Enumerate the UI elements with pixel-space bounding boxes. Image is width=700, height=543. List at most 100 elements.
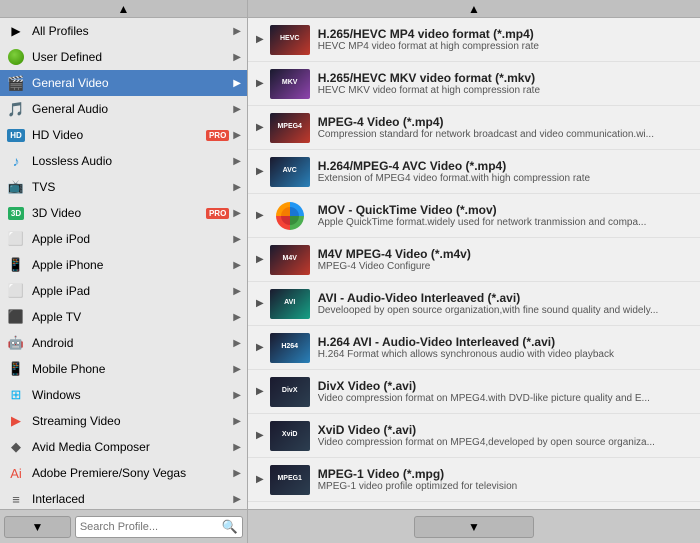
- right-item-hevc-mkv[interactable]: ▶ MKV H.265/HEVC MKV video format (*.mkv…: [248, 62, 700, 106]
- avid-icon: ◆: [11, 439, 21, 455]
- right-item-hevc-mp4[interactable]: ▶ HEVC H.265/HEVC MP4 video format (*.mp…: [248, 18, 700, 62]
- sidebar-item-avid-media-composer[interactable]: ◆Avid Media Composer▶: [0, 434, 247, 460]
- right-scroll-down-arrow: ▼: [468, 520, 480, 534]
- search-icon[interactable]: 🔍: [222, 519, 238, 535]
- right-item-text-mpeg4-mp4: MPEG-4 Video (*.mp4) Compression standar…: [318, 115, 692, 140]
- film-icon: 🎬: [7, 75, 24, 92]
- sidebar-item-arrow-apple-ipod: ▶: [233, 234, 241, 245]
- right-item-desc-mpeg4-mp4: Compression standard for network broadca…: [318, 129, 692, 140]
- sidebar-item-apple-ipad[interactable]: ⬜Apple iPad▶: [0, 278, 247, 304]
- right-item-title-mpeg1: MPEG-1 Video (*.mpg): [318, 467, 692, 481]
- right-item-text-m4v: M4V MPEG-4 Video (*.m4v) MPEG-4 Video Co…: [318, 247, 692, 272]
- ipod-icon: ⬜: [8, 231, 24, 247]
- sidebar-item-apple-tv[interactable]: ⬛Apple TV▶: [0, 304, 247, 330]
- sidebar-item-all-profiles[interactable]: ▶All Profiles▶: [0, 18, 247, 44]
- left-scroll-up[interactable]: ▲: [0, 0, 247, 18]
- mobile-icon: 📱: [8, 361, 24, 377]
- right-item-arrow-xvid: ▶: [256, 430, 264, 441]
- right-item-title-m4v: M4V MPEG-4 Video (*.m4v): [318, 247, 692, 261]
- right-panel: ▲ ▶ HEVC H.265/HEVC MP4 video format (*.…: [248, 0, 700, 509]
- sidebar-item-arrow-interlaced: ▶: [233, 494, 241, 505]
- sidebar-item-streaming-video[interactable]: ▶ Streaming Video ▶: [0, 408, 247, 434]
- bottom-left: ▼ 🔍: [0, 510, 248, 543]
- left-scroll-down-arrow: ▼: [31, 520, 43, 534]
- sidebar-item-windows[interactable]: ⊞Windows▶: [0, 382, 247, 408]
- sidebar-item-arrow-windows: ▶: [233, 390, 241, 401]
- codec-label-xvid: XviD: [282, 431, 298, 439]
- right-item-text-hevc-mp4: H.265/HEVC MP4 video format (*.mp4) HEVC…: [318, 27, 692, 52]
- sidebar-item-label-general-audio: General Audio: [32, 102, 229, 116]
- sidebar-item-arrow-hd-video: ▶: [233, 130, 241, 141]
- right-item-avi[interactable]: ▶ AVI AVI - Audio-Video Interleaved (*.a…: [248, 282, 700, 326]
- hd-icon: HD: [7, 129, 25, 142]
- music-icon: ♪: [13, 153, 20, 169]
- sidebar-item-label-tvs: TVS: [32, 180, 229, 194]
- sidebar-item-label-apple-ipod: Apple iPod: [32, 232, 229, 246]
- sidebar-item-tvs[interactable]: 📺TVS▶: [0, 174, 247, 200]
- codec-label-divx: DivX: [282, 387, 298, 395]
- right-item-xvid[interactable]: ▶ XviD XviD Video (*.avi) Video compress…: [248, 414, 700, 458]
- right-item-h264-avi[interactable]: ▶ H264 H.264 AVI - Audio-Video Interleav…: [248, 326, 700, 370]
- sidebar-item-lossless-audio[interactable]: ♪Lossless Audio▶: [0, 148, 247, 174]
- right-scroll-up[interactable]: ▲: [248, 0, 700, 18]
- right-item-arrow-mpeg1: ▶: [256, 474, 264, 485]
- sidebar-item-apple-iphone[interactable]: 📱Apple iPhone▶: [0, 252, 247, 278]
- right-item-h264-avc[interactable]: ▶ AVC H.264/MPEG-4 AVC Video (*.mp4) Ext…: [248, 150, 700, 194]
- sidebar-item-user-defined[interactable]: User Defined▶: [0, 44, 247, 70]
- 3d-icon: 3D: [8, 207, 24, 220]
- codec-label-mpeg1: MPEG1: [277, 475, 302, 483]
- sidebar-item-arrow-apple-tv: ▶: [233, 312, 241, 323]
- right-item-title-mpeg4-mp4: MPEG-4 Video (*.mp4): [318, 115, 692, 129]
- stream-icon: ▶: [11, 413, 21, 429]
- main-content: ▲ ▶All Profiles▶User Defined▶🎬General Vi…: [0, 0, 700, 509]
- sidebar-item-mobile-phone[interactable]: 📱Mobile Phone▶: [0, 356, 247, 382]
- right-scroll-up-arrow: ▲: [468, 2, 480, 16]
- right-item-mpeg1[interactable]: ▶ MPEG1 MPEG-1 Video (*.mpg) MPEG-1 vide…: [248, 458, 700, 502]
- right-item-mpeg2[interactable]: ▶ MPEG2 MPEG-2 Video (*.mpg) MPEG-2 vide…: [248, 502, 700, 509]
- sidebar-item-label-user-defined: User Defined: [32, 50, 229, 64]
- sidebar-item-arrow-tvs: ▶: [233, 182, 241, 193]
- codec-label-avi: AVI: [284, 299, 295, 307]
- sidebar-item-arrow-general-video: ▶: [233, 78, 241, 89]
- right-list: ▶ HEVC H.265/HEVC MP4 video format (*.mp…: [248, 18, 700, 509]
- sidebar-item-arrow-streaming-video: ▶: [233, 416, 241, 427]
- audio-icon: 🎵: [7, 101, 24, 118]
- right-item-text-xvid: XviD Video (*.avi) Video compression for…: [318, 423, 692, 448]
- sidebar-item-label-android: Android: [32, 336, 229, 350]
- sidebar-item-label-apple-iphone: Apple iPhone: [32, 258, 229, 272]
- sidebar-item-general-audio[interactable]: 🎵General Audio▶: [0, 96, 247, 122]
- right-item-arrow-hevc-mkv: ▶: [256, 78, 264, 89]
- sidebar-item-interlaced[interactable]: ≡Interlaced▶: [0, 486, 247, 509]
- right-item-title-h264-avi: H.264 AVI - Audio-Video Interleaved (*.a…: [318, 335, 692, 349]
- right-item-m4v[interactable]: ▶ M4V M4V MPEG-4 Video (*.m4v) MPEG-4 Vi…: [248, 238, 700, 282]
- sidebar-item-hd-video[interactable]: HDHD VideoPRO▶: [0, 122, 247, 148]
- left-scroll-down-button[interactable]: ▼: [4, 516, 71, 538]
- sidebar-item-arrow-android: ▶: [233, 338, 241, 349]
- codec-label-m4v: M4V: [283, 255, 297, 263]
- sidebar-item-3d-video[interactable]: 3D3D VideoPRO▶: [0, 200, 247, 226]
- right-item-arrow-avi: ▶: [256, 298, 264, 309]
- right-item-title-xvid: XviD Video (*.avi): [318, 423, 692, 437]
- sidebar-item-label-streaming-video: Streaming Video: [32, 414, 229, 428]
- right-item-text-mov-quicktime: MOV - QuickTime Video (*.mov) Apple Quic…: [318, 203, 692, 228]
- search-input[interactable]: [80, 521, 222, 533]
- android-icon: 🤖: [8, 335, 24, 351]
- left-panel: ▲ ▶All Profiles▶User Defined▶🎬General Vi…: [0, 0, 248, 509]
- right-item-divx[interactable]: ▶ DivX DivX Video (*.avi) Video compress…: [248, 370, 700, 414]
- right-item-desc-mpeg1: MPEG-1 video profile optimized for telev…: [318, 481, 692, 492]
- quicktime-icon: [270, 201, 310, 231]
- codec-box-m4v: M4V: [270, 245, 310, 275]
- sidebar-item-android[interactable]: 🤖 Android ▶: [0, 330, 247, 356]
- sidebar-item-apple-ipod[interactable]: ⬜ Apple iPod ▶: [0, 226, 247, 252]
- right-item-arrow-h264-avc: ▶: [256, 166, 264, 177]
- sidebar-item-label-apple-tv: Apple TV: [32, 310, 229, 324]
- sidebar-item-general-video[interactable]: 🎬General Video▶: [0, 70, 247, 96]
- right-item-mov-quicktime[interactable]: ▶ MOV - QuickTime Video (*.mov) Apple Qu…: [248, 194, 700, 238]
- right-scroll-down-button[interactable]: ▼: [414, 516, 534, 538]
- right-item-title-mov-quicktime: MOV - QuickTime Video (*.mov): [318, 203, 692, 217]
- right-item-mpeg4-mp4[interactable]: ▶ MPEG4 MPEG-4 Video (*.mp4) Compression…: [248, 106, 700, 150]
- sidebar-item-adobe-premiere[interactable]: AiAdobe Premiere/Sony Vegas▶: [0, 460, 247, 486]
- adobe-icon: Ai: [10, 466, 22, 481]
- sidebar-item-arrow-apple-iphone: ▶: [233, 260, 241, 271]
- sidebar-item-label-all-profiles: All Profiles: [32, 24, 229, 38]
